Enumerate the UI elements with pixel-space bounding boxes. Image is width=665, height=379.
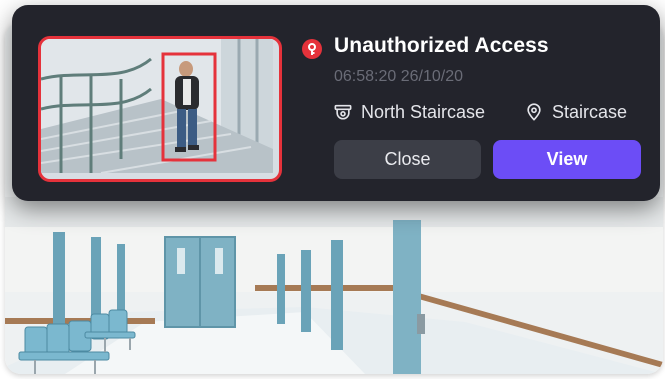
alert-timestamp: 06:58:20 26/10/20 <box>334 68 464 85</box>
security-alert-card: Unauthorized Access 06:58:20 26/10/20 No… <box>12 5 660 201</box>
alert-snapshot-thumbnail[interactable] <box>38 36 282 182</box>
location-pin-icon <box>525 101 545 123</box>
alert-title: Unauthorized Access <box>334 34 549 57</box>
location-name-label: Staircase <box>552 101 628 122</box>
camera-name-label: North Staircase <box>361 101 486 122</box>
camera-icon <box>334 101 354 123</box>
camera-name: North Staircase <box>334 101 485 123</box>
close-button[interactable]: Close <box>334 140 481 179</box>
location-name: Staircase <box>525 101 627 123</box>
view-button[interactable]: View <box>493 140 641 179</box>
alert-badge-icon <box>302 39 322 59</box>
